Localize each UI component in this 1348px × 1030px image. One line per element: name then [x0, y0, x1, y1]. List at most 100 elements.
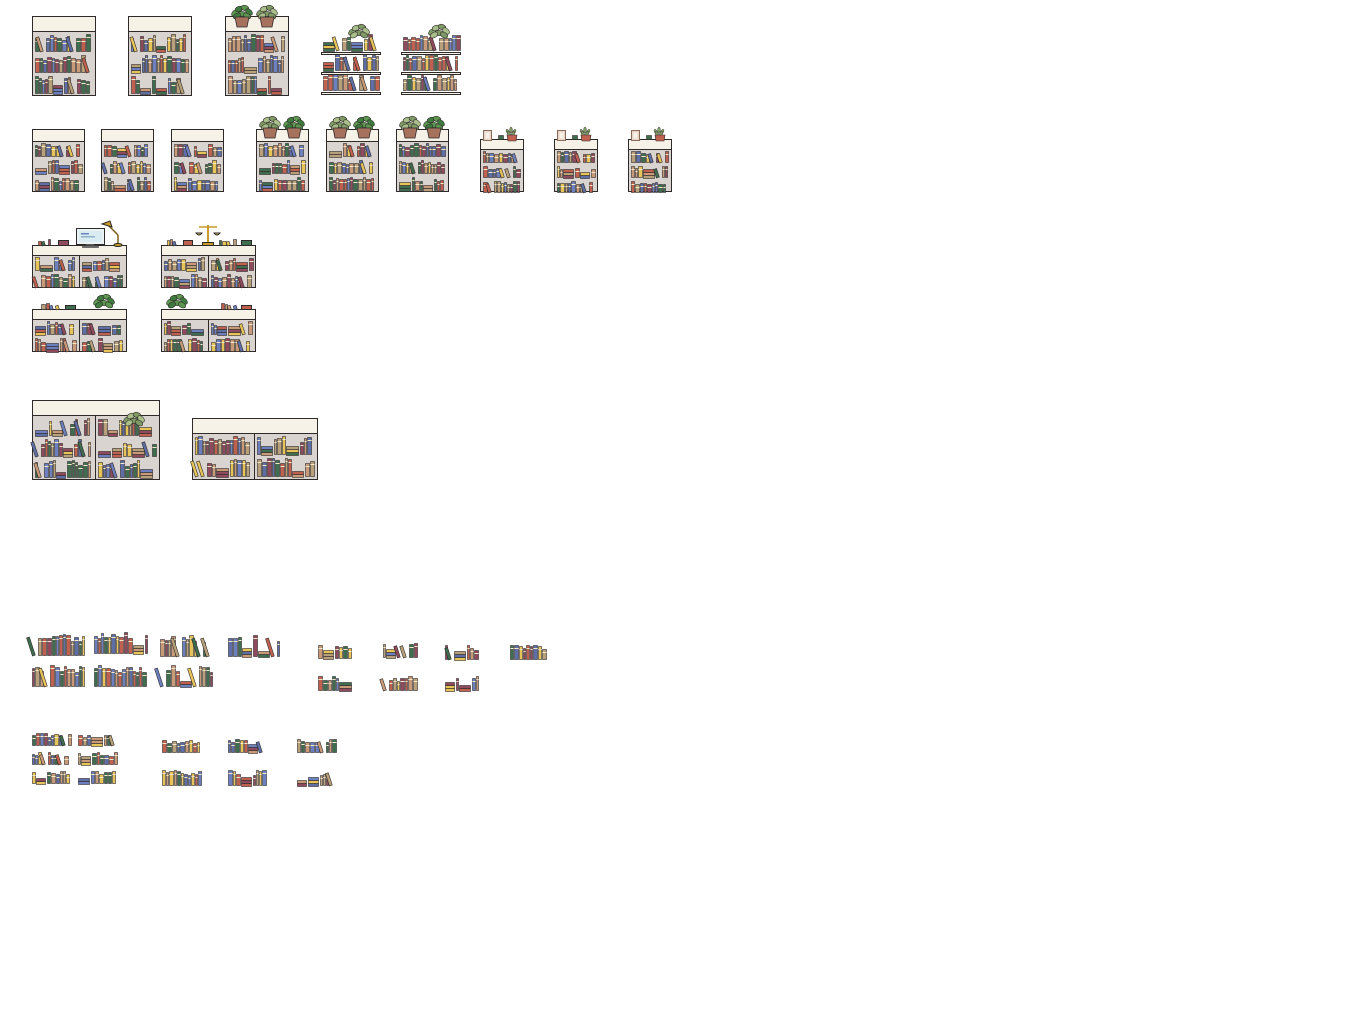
- book: [156, 88, 167, 92]
- book: [339, 682, 352, 686]
- book-band: [140, 39, 144, 40]
- book: [420, 35, 423, 51]
- book-band: [262, 773, 267, 774]
- bookcase-small-plants-2-svg: [326, 115, 379, 192]
- book: [99, 774, 104, 784]
- book: [43, 60, 47, 73]
- book-group: [94, 632, 148, 655]
- book: [153, 35, 156, 52]
- book: [118, 672, 122, 687]
- pot: [356, 127, 372, 139]
- book-band: [68, 277, 72, 278]
- book-band: [438, 60, 442, 61]
- book-band: [591, 172, 596, 173]
- book: [318, 676, 323, 691]
- book: [402, 162, 406, 174]
- book: [197, 180, 202, 191]
- book: [235, 276, 238, 288]
- book: [262, 770, 267, 786]
- book-band: [300, 445, 304, 446]
- book: [54, 178, 59, 191]
- book-band: [665, 154, 669, 155]
- book-band: [454, 82, 457, 83]
- book-group: [444, 645, 479, 661]
- book: [399, 645, 407, 659]
- book-band: [41, 278, 46, 279]
- book: [557, 166, 560, 178]
- book: [41, 304, 46, 310]
- book: [59, 181, 62, 191]
- book-band: [281, 59, 284, 60]
- book: [185, 741, 189, 753]
- low-shelf-plant-left-svg: [161, 293, 256, 353]
- bookcase-wide-tall: [30, 399, 162, 481]
- book: [72, 340, 77, 352]
- book: [445, 685, 455, 689]
- book: [140, 475, 153, 479]
- book-band: [504, 185, 507, 186]
- book: [233, 771, 236, 786]
- book-band: [50, 38, 54, 39]
- book-band: [40, 736, 44, 737]
- book: [360, 143, 365, 157]
- book-band: [369, 165, 373, 166]
- book-band: [134, 148, 137, 149]
- book: [376, 56, 379, 71]
- book-band: [170, 342, 173, 343]
- book: [277, 438, 282, 455]
- book: [583, 154, 586, 163]
- book-band: [214, 328, 217, 329]
- book-band: [530, 649, 533, 650]
- pot: [262, 127, 278, 139]
- book: [167, 240, 170, 246]
- book-band: [513, 184, 517, 185]
- pot: [426, 127, 442, 139]
- book-band: [133, 674, 136, 675]
- book: [87, 735, 91, 746]
- book-band: [403, 82, 407, 83]
- book: [167, 276, 171, 288]
- book-band: [450, 78, 454, 79]
- book: [472, 678, 476, 691]
- book: [114, 185, 126, 189]
- book-band: [67, 59, 71, 60]
- book: [222, 277, 227, 288]
- book: [412, 177, 415, 191]
- book: [202, 180, 205, 191]
- book: [119, 340, 123, 352]
- book-band: [241, 440, 245, 441]
- book: [104, 755, 109, 765]
- book-band: [371, 181, 374, 182]
- book: [93, 261, 97, 271]
- book-band: [569, 155, 572, 156]
- book-band: [408, 42, 411, 43]
- book: [44, 463, 49, 478]
- book: [174, 144, 178, 157]
- book-band: [494, 184, 497, 185]
- book: [51, 735, 54, 746]
- book-band: [77, 82, 81, 83]
- book-band: [139, 670, 142, 671]
- book-band: [246, 465, 250, 466]
- book-band: [557, 186, 560, 187]
- book-band: [171, 668, 176, 669]
- book: [81, 759, 91, 763]
- book: [78, 164, 83, 174]
- book: [186, 265, 197, 269]
- book-band: [182, 328, 187, 329]
- book-band: [93, 264, 97, 265]
- book-band: [186, 642, 189, 643]
- book: [281, 36, 285, 52]
- book-band: [157, 61, 160, 62]
- book-band: [326, 745, 329, 746]
- book: [403, 37, 408, 51]
- book-band: [422, 149, 426, 150]
- book: [44, 733, 48, 746]
- book-band: [292, 183, 297, 184]
- book-band: [83, 740, 87, 741]
- book-band: [407, 78, 412, 79]
- book: [264, 49, 274, 53]
- book: [665, 151, 669, 163]
- book-band: [305, 745, 310, 746]
- book: [71, 641, 74, 656]
